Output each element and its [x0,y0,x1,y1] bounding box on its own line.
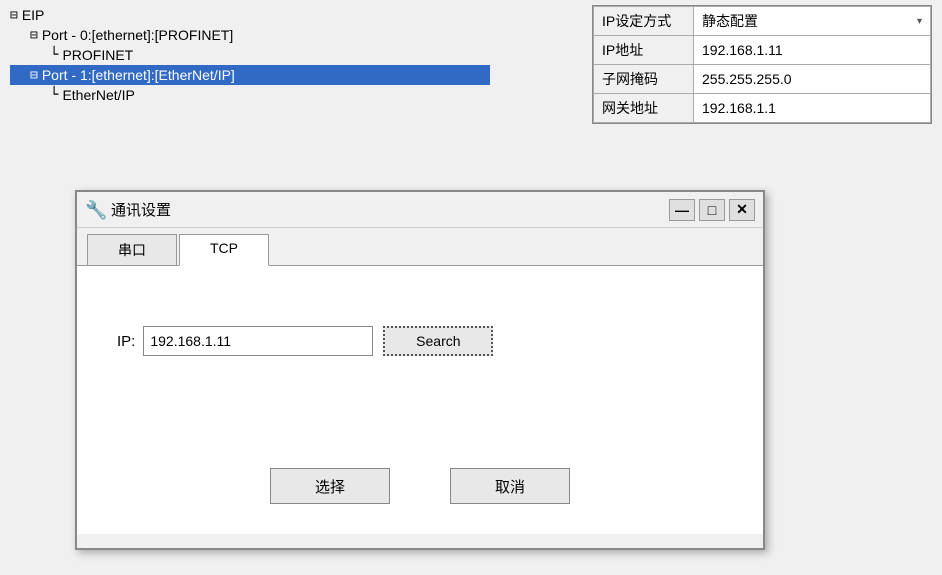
tab-serial[interactable]: 串口 [87,234,177,265]
property-value: 255.255.255.0 [694,65,931,94]
ip-row: IP: Search [117,326,723,356]
property-value[interactable]: 静态配置▾ [694,7,931,36]
property-row: 子网掩码255.255.255.0 [594,65,931,94]
close-button[interactable]: ✕ [729,199,755,221]
property-label: 网关地址 [594,94,694,123]
property-row: IP地址192.168.1.11 [594,36,931,65]
tree-item-port1[interactable]: ⊟Port - 1:[ethernet]:[EtherNet/IP] [10,65,490,85]
search-button[interactable]: Search [383,326,493,356]
property-value: 192.168.1.11 [694,36,931,65]
property-row: IP设定方式静态配置▾ [594,7,931,36]
cancel-button[interactable]: 取消 [450,468,570,504]
dialog-icon: 🔧 [85,200,105,220]
ip-label: IP: [117,333,135,350]
property-value: 192.168.1.1 [694,94,931,123]
property-grid: IP设定方式静态配置▾IP地址192.168.1.11子网掩码255.255.2… [592,5,932,124]
tree-item-eip[interactable]: ⊟EIP [10,5,490,25]
tree-view: ⊟EIP⊟Port - 0:[ethernet]:[PROFINET]└PROF… [10,5,490,105]
select-button[interactable]: 选择 [270,468,390,504]
tab-tcp[interactable]: TCP [179,234,269,266]
property-label: IP地址 [594,36,694,65]
dialog-footer: 选择 取消 [117,468,723,514]
property-label: 子网掩码 [594,65,694,94]
maximize-button[interactable]: □ [699,199,725,221]
dialog-titlebar: 🔧 通讯设置 — □ ✕ [77,192,763,228]
tree-item-ethernet-ip[interactable]: └EtherNet/IP [10,85,490,105]
dialog-body: IP: Search 选择 取消 [77,266,763,534]
dialog-window: 🔧 通讯设置 — □ ✕ 串口 TCP IP: Search 选择 取消 [75,190,765,550]
dialog-title: 通讯设置 [111,199,665,220]
minimize-button[interactable]: — [669,199,695,221]
tree-item-profinet[interactable]: └PROFINET [10,45,490,65]
property-row: 网关地址192.168.1.1 [594,94,931,123]
ip-input[interactable] [143,326,373,356]
tree-item-port0[interactable]: ⊟Port - 0:[ethernet]:[PROFINET] [10,25,490,45]
property-label: IP设定方式 [594,7,694,36]
dialog-tabs: 串口 TCP [77,228,763,266]
